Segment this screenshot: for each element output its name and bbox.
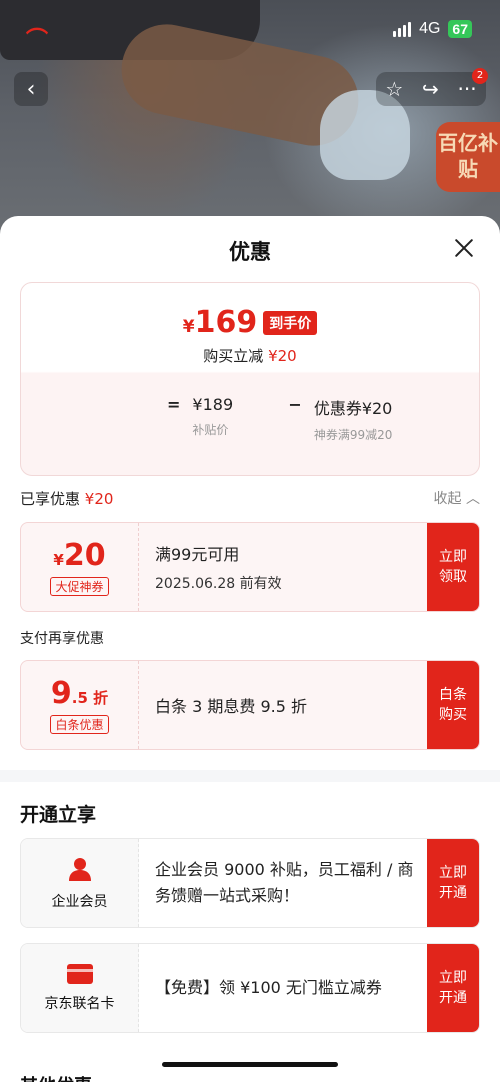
enjoyed-row: 已享优惠 ¥20 收起 ︿	[20, 488, 480, 509]
baitiao-suffix: .5 折	[71, 689, 109, 707]
battery-level: 67	[448, 20, 472, 38]
network-type: 4G	[419, 20, 441, 37]
coupon-value-block: ¥20 大促神券	[21, 523, 139, 611]
sheet-title: 优惠	[229, 240, 271, 264]
enjoyed-amount: ¥20	[84, 490, 114, 508]
discount-label: 购买立减	[203, 347, 264, 365]
open-section-title: 开通立享	[20, 804, 97, 826]
signal-icon	[393, 21, 412, 37]
coupon-amount: ¥20	[53, 538, 105, 573]
discount-line: 购买立减 ¥20	[21, 345, 479, 366]
collapse-toggle[interactable]: 收起 ︿	[434, 488, 480, 509]
enterprise-open-button[interactable]: 立即开通	[427, 839, 479, 927]
other-offers-title: 其他优惠	[20, 1072, 92, 1082]
final-price-row: ¥169 到手价	[21, 305, 479, 340]
price-formula: = ¥189 补贴价 − 优惠券¥20 神券满99减20	[167, 395, 398, 443]
formula-base-label: 补贴价	[192, 423, 229, 437]
coupon-card-jd: ¥20 大促神券 满99元可用 2025.06.28 前有效 立即领取	[20, 522, 480, 612]
final-price: ¥169	[183, 305, 257, 340]
nav-tools: ☆ ↪ ···	[376, 72, 486, 106]
formula-coupon-label: 神券满99减20	[313, 428, 393, 442]
baitiao-desc: 白条 3 期息费 9.5 折	[155, 697, 307, 716]
formula-coupon-value: 优惠券¥20	[313, 399, 393, 418]
home-indicator	[162, 1062, 338, 1067]
coupon-info: 满99元可用 2025.06.28 前有效	[139, 523, 427, 611]
credit-block: 京东联名卡	[21, 944, 139, 1032]
coupon-currency: ¥	[53, 551, 64, 569]
service-card-enterprise: 企业会员 企业会员 9000 补贴，员工福利 / 商务馈赠一站式采购！ 立即开通	[20, 838, 480, 928]
baitiao-value-block: 9.5 折 白条优惠	[21, 661, 139, 749]
service-card-credit: 京东联名卡 【免费】领 ¥100 无门槛立减券 立即开通	[20, 943, 480, 1033]
enterprise-block: 企业会员	[21, 839, 139, 927]
credit-open-button[interactable]: 立即开通	[427, 944, 479, 1032]
formula-minus: −	[288, 395, 302, 414]
status-bar: 4G 67	[393, 20, 472, 38]
baitiao-badge: 白条优惠	[50, 715, 109, 734]
credit-name: 京东联名卡	[44, 996, 115, 1012]
enjoyed-text: 已享优惠	[20, 490, 81, 508]
formula-coupon: 优惠券¥20 神券满99减20	[314, 395, 398, 443]
coupon-condition: 满99元可用	[155, 545, 240, 564]
subsidy-tag[interactable]: 百亿补贴	[436, 122, 500, 192]
section-divider	[0, 770, 500, 782]
chevron-up-icon: ︿	[466, 491, 480, 507]
share-icon[interactable]: ↪	[422, 77, 439, 101]
collapse-label: 收起	[433, 491, 462, 507]
chevron-left-icon: ‹	[26, 76, 36, 102]
close-icon[interactable]	[452, 236, 476, 260]
baitiao-value: 9	[50, 676, 72, 711]
formula-base: ¥189 补贴价	[192, 395, 276, 438]
coupon-badge: 大促神券	[50, 577, 109, 596]
price-card: ¥169 到手价 购买立减 ¥20 = ¥189 补贴价 − 优惠券¥20 神券…	[20, 282, 480, 476]
user-icon	[68, 858, 91, 881]
enjoyed-label: 已享优惠 ¥20	[20, 488, 113, 509]
credit-desc-block: 【免费】领 ¥100 无门槛立减券	[139, 944, 427, 1032]
formula-equals: =	[167, 395, 181, 414]
final-currency: ¥	[182, 317, 195, 337]
enterprise-desc-block: 企业会员 9000 补贴，员工福利 / 商务馈赠一站式采购！	[139, 839, 427, 927]
coupon-expiry: 2025.06.28 前有效	[155, 576, 282, 592]
credit-card-icon	[66, 964, 93, 984]
discount-amount: ¥20	[268, 347, 297, 365]
back-button[interactable]: ‹	[14, 72, 48, 106]
favorite-star-icon[interactable]: ☆	[385, 77, 403, 101]
claim-coupon-button[interactable]: 立即领取	[427, 523, 479, 611]
baitiao-info: 白条 3 期息费 9.5 折	[139, 661, 427, 749]
discount-sheet: 优惠 ¥169 到手价 购买立减 ¥20 = ¥189 补贴价 − 优惠券¥20…	[0, 216, 500, 1082]
enterprise-desc: 企业会员 9000 补贴，员工福利 / 商务馈赠一站式采购！	[155, 860, 414, 905]
baitiao-buy-button[interactable]: 白条购买	[427, 661, 479, 749]
formula-base-value: ¥189	[192, 395, 234, 414]
final-price-value: 169	[194, 305, 258, 340]
pay-section-label: 支付再享优惠	[20, 631, 104, 647]
brand-logo-icon: ⌒	[26, 28, 49, 53]
enterprise-name: 企业会员	[51, 894, 108, 910]
final-price-tag: 到手价	[263, 311, 318, 335]
baitiao-discount: 9.5 折	[51, 676, 108, 711]
coupon-card-baitiao: 9.5 折 白条优惠 白条 3 期息费 9.5 折 白条购买	[20, 660, 480, 750]
message-badge: 2	[472, 68, 488, 84]
credit-desc: 【免费】领 ¥100 无门槛立减券	[155, 978, 382, 997]
coupon-value: 20	[63, 538, 106, 573]
